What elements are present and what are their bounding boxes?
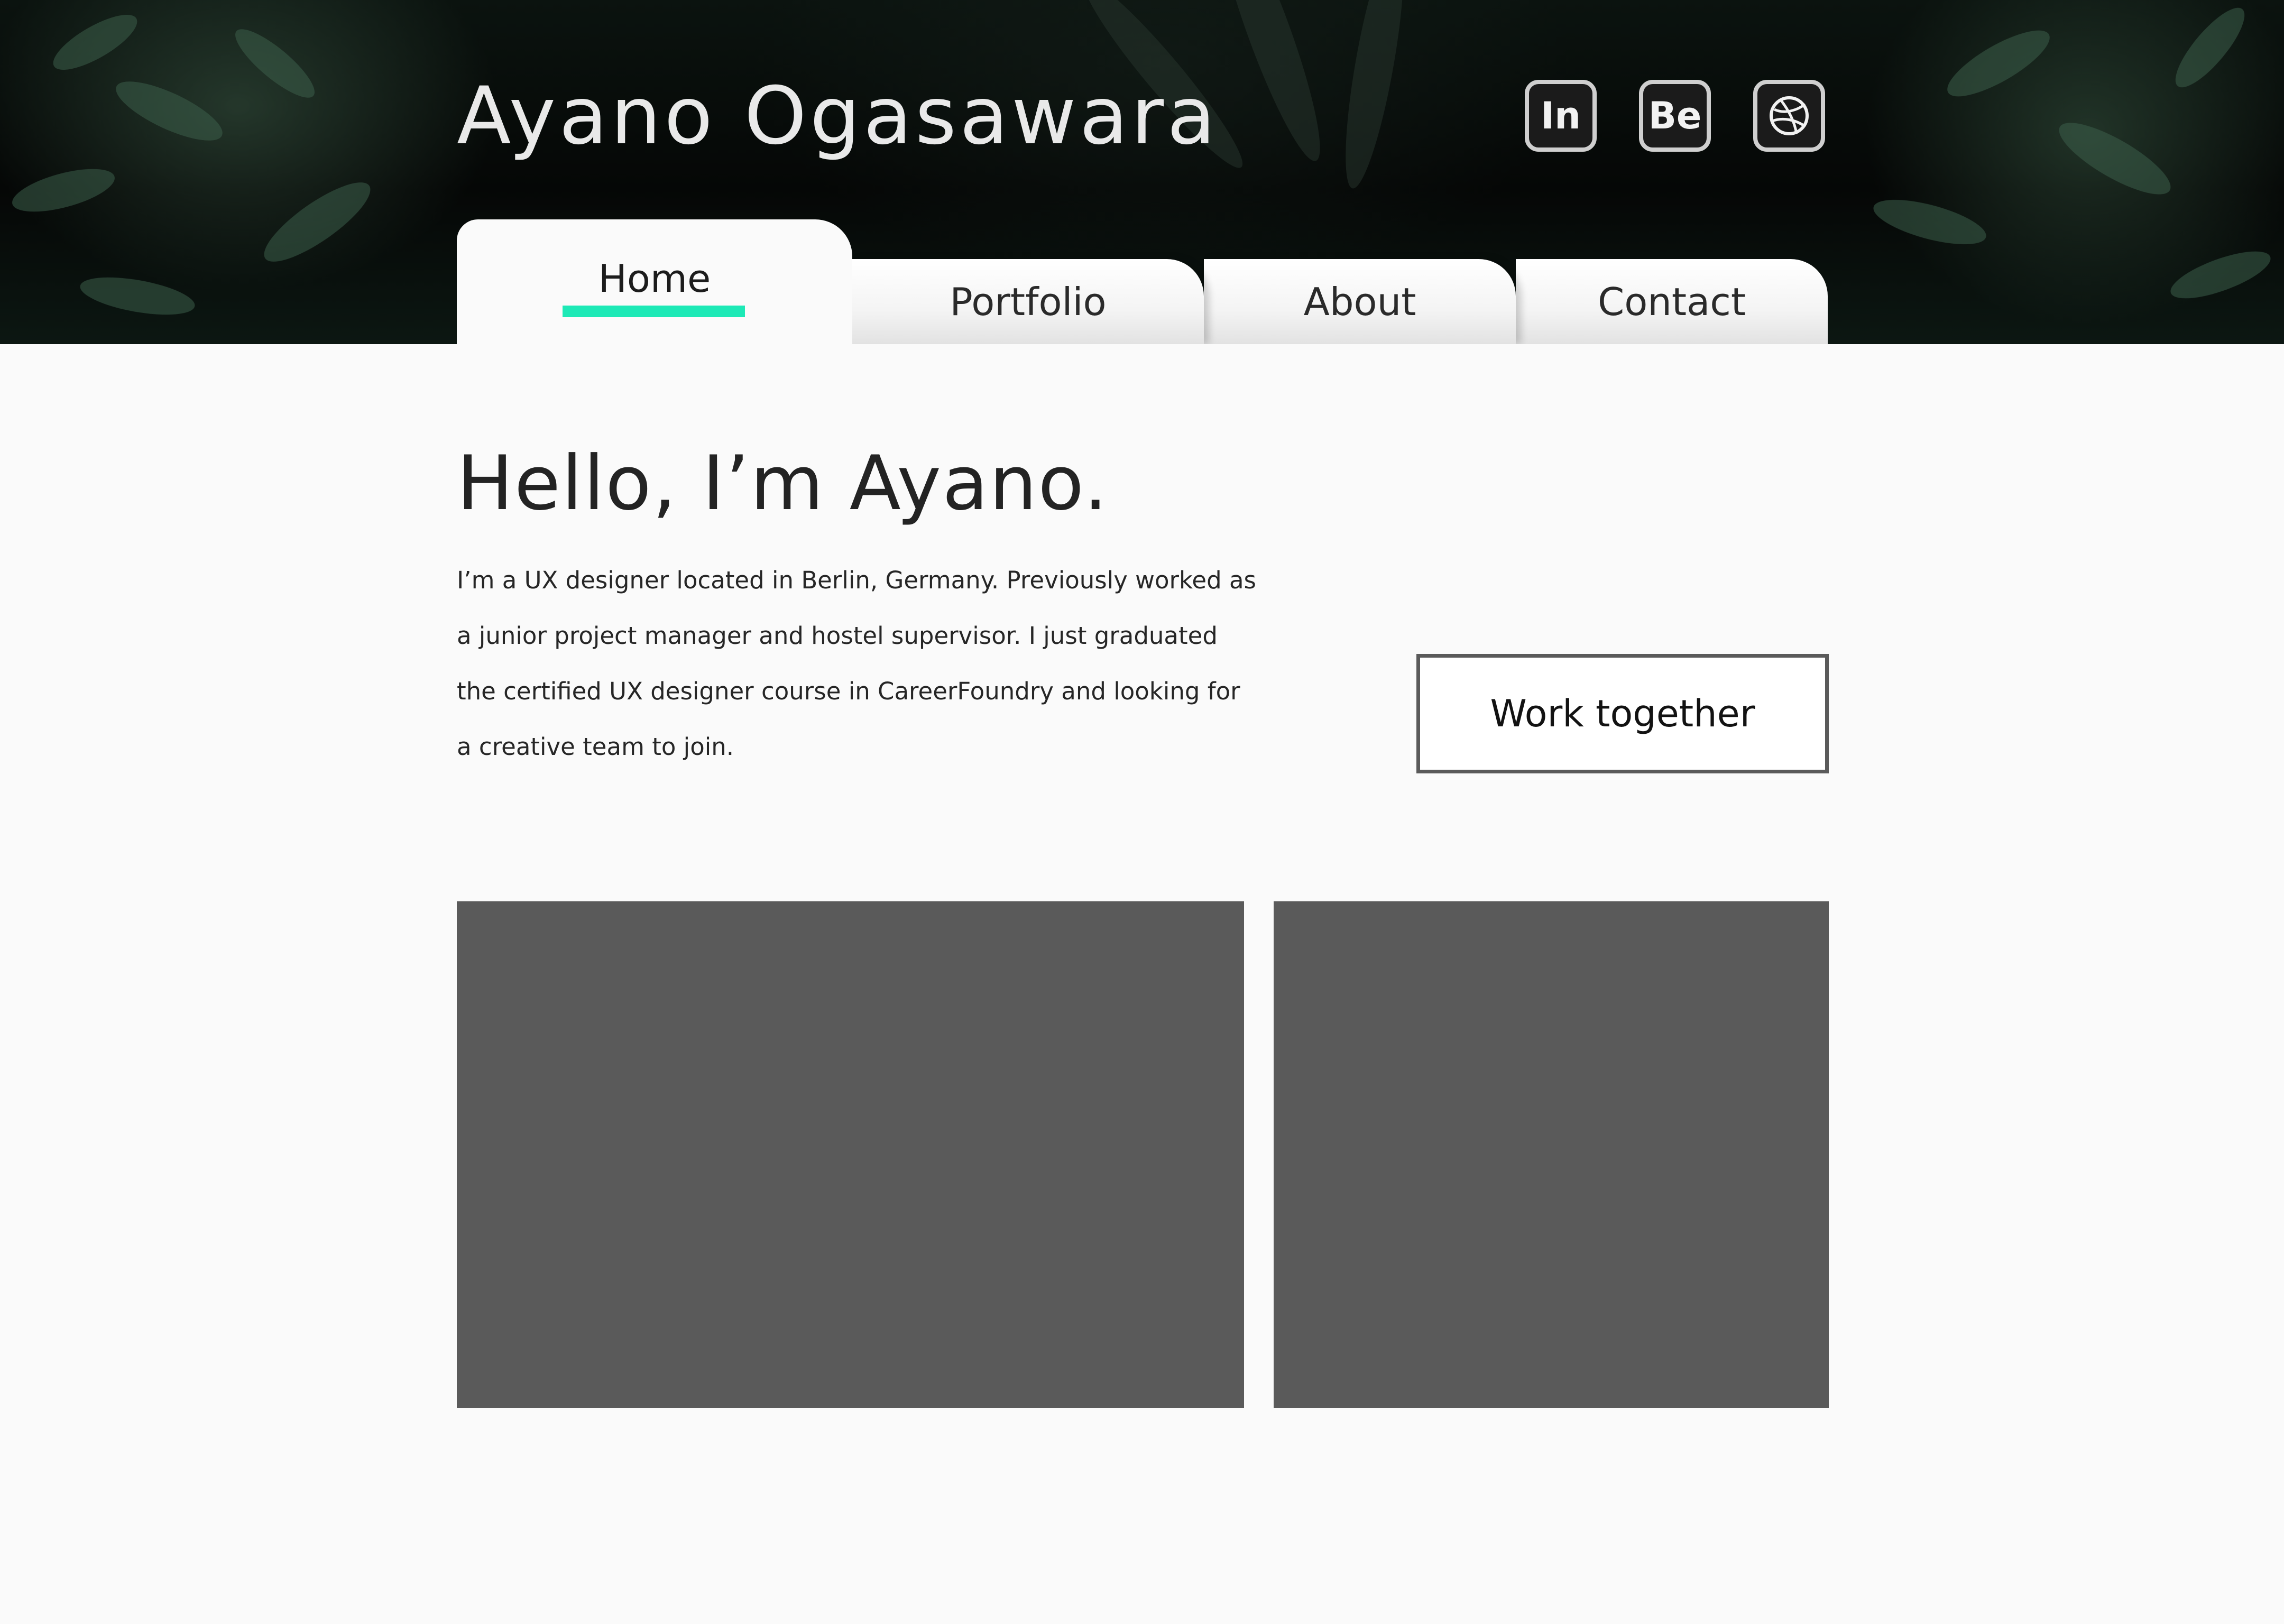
dribbble-icon xyxy=(1770,96,1809,135)
intro-heading: Hello, I’m Ayano. xyxy=(457,440,1109,527)
tab-label: About xyxy=(1303,279,1416,324)
dribbble-button[interactable] xyxy=(1753,80,1825,152)
active-tab-indicator xyxy=(563,306,745,317)
tab-contact[interactable]: Contact xyxy=(1516,259,1828,344)
tab-label: Home xyxy=(598,256,711,301)
linkedin-button[interactable]: In xyxy=(1525,80,1597,152)
linkedin-icon: In xyxy=(1541,94,1581,137)
behance-button[interactable]: Be xyxy=(1639,80,1711,152)
intro-paragraph: I’m a UX designer located in Berlin, Ger… xyxy=(457,566,1257,761)
work-together-button[interactable]: Work together xyxy=(1416,654,1829,773)
tab-label: Contact xyxy=(1597,279,1746,324)
portfolio-image-placeholder[interactable] xyxy=(457,901,1244,1408)
hero-header: Ayano Ogasawara In Be Contact About Port… xyxy=(0,0,2284,344)
tab-label: Portfolio xyxy=(950,279,1107,324)
tab-home[interactable]: Home xyxy=(457,219,852,344)
site-title: Ayano Ogasawara xyxy=(457,70,1219,162)
tab-portfolio[interactable]: Portfolio xyxy=(852,259,1204,344)
behance-icon: Be xyxy=(1648,94,1702,137)
tab-about[interactable]: About xyxy=(1204,259,1516,344)
portfolio-image-placeholder[interactable] xyxy=(1274,901,1829,1408)
